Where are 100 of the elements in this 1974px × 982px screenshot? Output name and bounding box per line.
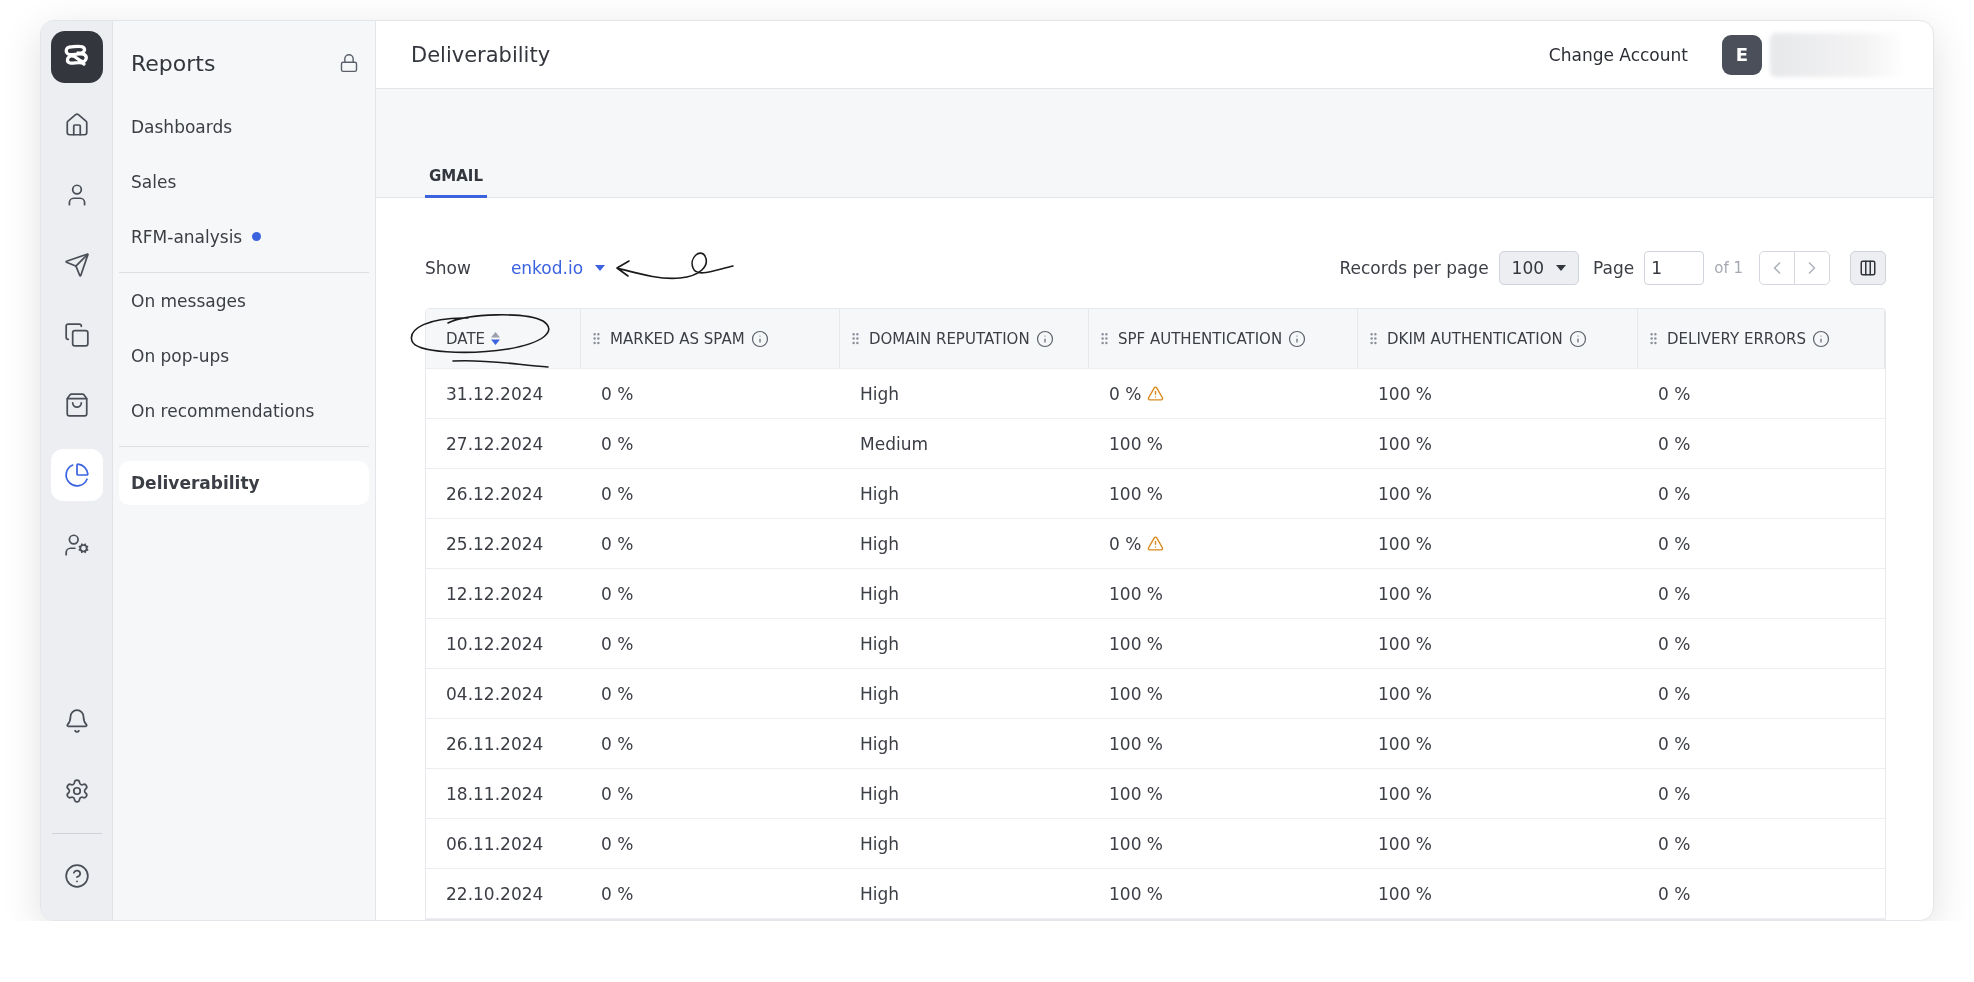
cell-text: High: [860, 583, 900, 604]
domain-dropdown[interactable]: enkod.io: [510, 254, 606, 282]
cell-text: 100 %: [1378, 433, 1432, 454]
cell-text: 18.11.2024: [446, 783, 544, 804]
page-label: Page: [1593, 258, 1635, 278]
cell-text: 0 %: [1658, 633, 1691, 654]
sidebar-item[interactable]: On messages: [119, 273, 369, 328]
sidebar-item[interactable]: Deliverability: [119, 461, 369, 505]
cell-text: 100 %: [1109, 733, 1163, 754]
cell-text: 100 %: [1378, 633, 1432, 654]
info-icon: [1035, 329, 1054, 348]
sidebar-item-label: RFM-analysis: [131, 226, 243, 247]
cell-text: 100 %: [1109, 783, 1163, 804]
cell-text: 25.12.2024: [446, 533, 544, 554]
cell-text: 0 %: [601, 483, 634, 504]
cell-text: 0 %: [601, 383, 634, 404]
column-header[interactable]: DOMAIN REPUTATION: [840, 309, 1089, 368]
info-icon: [750, 329, 769, 348]
records-per-page-select[interactable]: 100: [1498, 251, 1580, 285]
cell-text: 100 %: [1109, 483, 1163, 504]
columns-button[interactable]: [1850, 251, 1886, 285]
cell-text: 22.10.2024: [446, 883, 544, 904]
cell-text: 0 %: [1658, 833, 1691, 854]
cell-text: 0 %: [601, 533, 634, 554]
cell-text: 26.12.2024: [446, 483, 544, 504]
column-header-label: MARKED AS SPAM: [610, 329, 745, 348]
caret-icon: [1556, 265, 1567, 271]
cell-text: High: [860, 483, 900, 504]
info-icon: [1568, 329, 1587, 348]
shopping-bag-icon: [63, 392, 90, 418]
sidebar-item-label: Sales: [131, 171, 177, 192]
page-title: Deliverability: [411, 42, 552, 67]
cell-text: High: [860, 833, 900, 854]
avatar[interactable]: E: [1722, 34, 1762, 75]
page-count: of 1: [1714, 259, 1743, 277]
column-header[interactable]: DKIM AUTHENTICATION: [1358, 309, 1638, 368]
column-header[interactable]: MARKED AS SPAM: [581, 309, 840, 368]
column-header-label: SPF AUTHENTICATION: [1118, 329, 1283, 348]
cell-text: 100 %: [1109, 833, 1163, 854]
cell-text: 100 %: [1378, 533, 1432, 554]
cell-text: 100 %: [1109, 583, 1163, 604]
cell-text: 10.12.2024: [446, 633, 544, 654]
column-header[interactable]: DATE: [426, 309, 581, 368]
pie-chart-icon: [63, 462, 90, 488]
sidebar-item-label: Dashboards: [131, 116, 233, 137]
cell-text: 0 %: [601, 633, 634, 654]
sidebar-item-label: On recommendations: [131, 400, 315, 421]
cell-text: 0 %: [601, 733, 634, 754]
settings-icon: [63, 778, 90, 804]
cell-text: 04.12.2024: [446, 683, 544, 704]
cell-text: High: [860, 783, 900, 804]
cell-text: 100 %: [1378, 833, 1432, 854]
copy-icon: [63, 322, 90, 348]
cell-text: 0 %: [1658, 683, 1691, 704]
home-icon: [63, 112, 90, 138]
cell-text: 0 %: [1109, 383, 1142, 404]
cell-text: 0 %: [1658, 433, 1691, 454]
cell-text: 0 %: [1658, 783, 1691, 804]
cell-text: 100 %: [1109, 433, 1163, 454]
logo[interactable]: [50, 31, 103, 83]
sidebar-item-label: Deliverability: [131, 473, 260, 493]
pie-chart-button[interactable]: [50, 449, 103, 501]
info-icon: [1812, 329, 1830, 348]
cell-text: 100 %: [1378, 883, 1432, 904]
column-header[interactable]: DELIVERY ERRORS: [1638, 309, 1885, 368]
column-header-label: DELIVERY ERRORS: [1667, 329, 1806, 348]
cell-text: High: [860, 633, 900, 654]
cell-text: Medium: [860, 433, 928, 454]
tab[interactable]: GMAIL: [425, 167, 487, 198]
cell-text: 0 %: [601, 783, 634, 804]
cell-text: 100 %: [1378, 483, 1432, 504]
column-header[interactable]: SPF AUTHENTICATION: [1089, 309, 1358, 368]
sidebar-item-label: On messages: [131, 290, 246, 311]
cell-text: 100 %: [1378, 683, 1432, 704]
cell-text: 0 %: [601, 683, 634, 704]
page-input[interactable]: 1: [1644, 251, 1705, 285]
sidebar-item[interactable]: Dashboards: [119, 99, 369, 154]
bell-icon: [63, 708, 90, 734]
records-per-page-label: Records per page: [1339, 258, 1489, 278]
caret-icon: [595, 265, 606, 271]
sidebar-item[interactable]: Sales: [119, 154, 369, 209]
column-header-label: DKIM AUTHENTICATION: [1387, 329, 1563, 348]
cell-text: 0 %: [1658, 483, 1691, 504]
user-settings-icon: [63, 532, 90, 558]
column-header-label: DATE: [446, 329, 486, 348]
cell-text: 100 %: [1109, 883, 1163, 904]
cell-text: 100 %: [1378, 733, 1432, 754]
sidebar-title: Reports: [131, 50, 216, 76]
sidebar-item-label: On pop-ups: [131, 345, 230, 366]
help-icon: [63, 863, 90, 889]
change-account-button[interactable]: Change Account: [1548, 40, 1688, 69]
cell-text: 27.12.2024: [446, 433, 544, 454]
cell-text: 26.11.2024: [446, 733, 544, 754]
cell-text: 100 %: [1378, 383, 1432, 404]
sidebar-item[interactable]: On recommendations: [119, 383, 369, 438]
sidebar-item[interactable]: On pop-ups: [119, 328, 369, 383]
cell-text: High: [860, 683, 900, 704]
sidebar-item[interactable]: RFM-analysis: [119, 209, 369, 264]
column-header-label: DOMAIN REPUTATION: [869, 329, 1030, 348]
cell-text: 0 %: [601, 433, 634, 454]
